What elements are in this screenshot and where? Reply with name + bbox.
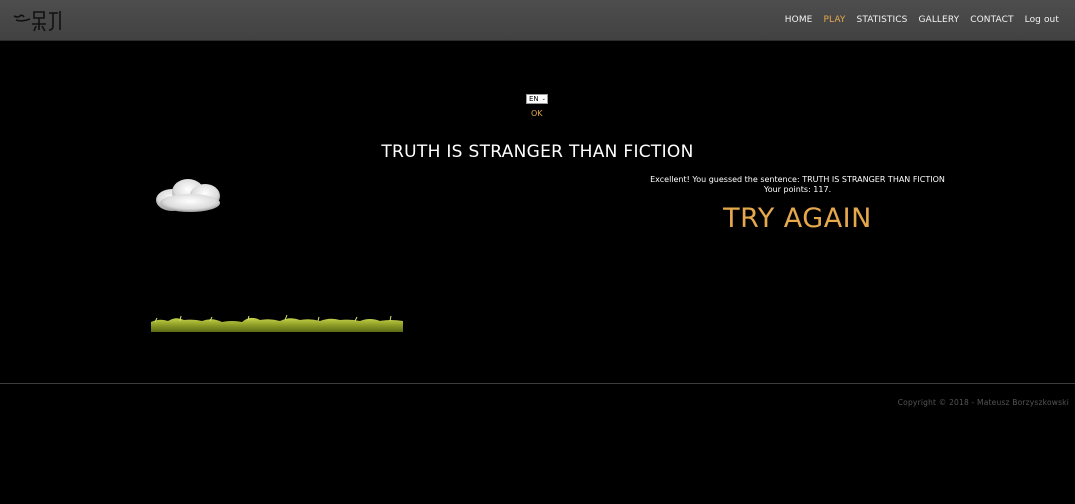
- cloud-icon: [156, 179, 220, 212]
- nav-logout-link[interactable]: Log out: [1025, 15, 1059, 25]
- result-message: Excellent! You guessed the sentence: TRU…: [600, 175, 995, 195]
- nav-contact-link[interactable]: CONTACT: [970, 15, 1013, 25]
- language-select[interactable]: EN ⌄: [526, 94, 548, 104]
- nav-gallery-link[interactable]: GALLERY: [918, 15, 959, 25]
- language-ok-button[interactable]: OK: [531, 109, 543, 118]
- guessed-sentence: TRUTH IS STRANGER THAN FICTION: [381, 142, 694, 162]
- footer-copyright: Copyright © 2018 - Mateusz Borzyszkowski: [897, 398, 1069, 407]
- try-again-button[interactable]: TRY AGAIN: [700, 203, 895, 234]
- navbar: HOME PLAY STATISTICS GALLERY CONTACT Log…: [0, 0, 1075, 41]
- nav-home-link[interactable]: HOME: [785, 15, 813, 25]
- language-selected-value: EN: [529, 95, 539, 103]
- nav-menu: HOME PLAY STATISTICS GALLERY CONTACT Log…: [774, 0, 1059, 40]
- nav-play-link[interactable]: PLAY: [823, 15, 845, 25]
- handwritten-logo-icon[interactable]: [12, 6, 64, 34]
- chevron-down-icon: ⌄: [541, 96, 546, 102]
- nav-statistics-link[interactable]: STATISTICS: [857, 15, 908, 25]
- grass-ground-icon: [151, 314, 403, 332]
- footer-divider: [0, 383, 1075, 384]
- result-message-points: Your points: 117.: [763, 185, 832, 194]
- result-message-sentence: Excellent! You guessed the sentence: TRU…: [650, 175, 945, 184]
- game-scene: [151, 179, 403, 332]
